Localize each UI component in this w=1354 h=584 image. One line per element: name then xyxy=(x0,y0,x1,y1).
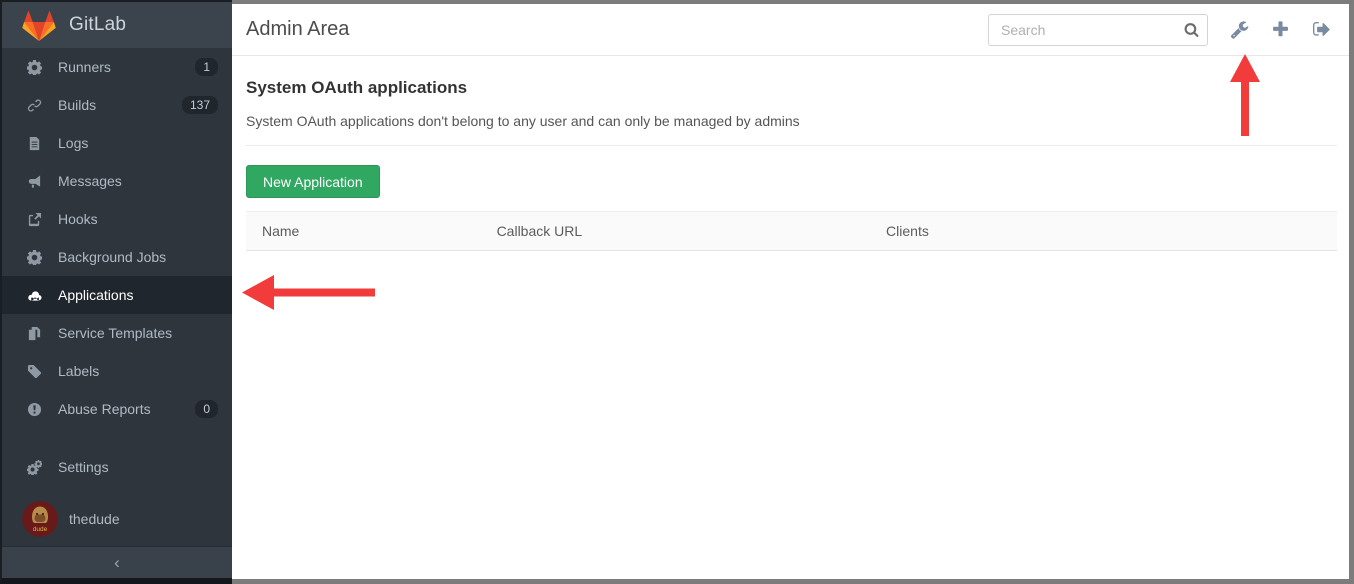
tag-icon xyxy=(26,363,42,379)
username: thedude xyxy=(69,511,120,527)
sign-out-icon[interactable] xyxy=(1312,20,1331,39)
column-header-name: Name xyxy=(246,212,481,251)
page-title: Admin Area xyxy=(246,18,988,41)
count-badge: 1 xyxy=(195,58,218,76)
sidebar-item-hooks[interactable]: Hooks xyxy=(2,200,232,238)
divider xyxy=(246,145,1337,146)
sidebar-item-label: Builds xyxy=(58,97,96,113)
top-bar: Admin Area xyxy=(232,4,1349,56)
main-area: Admin Area System OAuth applications Sys… xyxy=(232,0,1354,584)
count-badge: 0 xyxy=(195,400,218,418)
cog-icon xyxy=(26,249,42,265)
search-input[interactable] xyxy=(988,14,1208,46)
bullhorn-icon xyxy=(26,173,42,189)
sidebar-item-settings[interactable]: Settings xyxy=(2,448,232,486)
sidebar-item-builds[interactable]: Builds 137 xyxy=(2,86,232,124)
sidebar-item-label: Service Templates xyxy=(58,325,172,341)
app-window: GitLab Runners 1 Builds 137 Logs Message… xyxy=(0,0,1354,584)
section-description: System OAuth applications don't belong t… xyxy=(246,113,1337,129)
chevron-left-icon: ‹ xyxy=(114,553,120,573)
annotation-arrow-left xyxy=(242,274,376,311)
sidebar-item-label: Messages xyxy=(58,173,122,189)
sidebar-collapse-button[interactable]: ‹ xyxy=(2,546,232,578)
sidebar-item-background-jobs[interactable]: Background Jobs xyxy=(2,238,232,276)
sidebar-item-applications[interactable]: Applications xyxy=(2,276,232,314)
sidebar-item-user-profile[interactable]: dude thedude xyxy=(2,494,232,544)
cloud-icon xyxy=(26,287,42,303)
svg-text:dude: dude xyxy=(33,526,48,533)
sidebar-item-label: Runners xyxy=(58,59,111,75)
sidebar-item-label: Settings xyxy=(58,459,109,475)
column-header-callback-url: Callback URL xyxy=(481,212,870,251)
search-icon[interactable] xyxy=(1184,22,1199,37)
exclamation-circle-icon xyxy=(26,401,42,417)
sidebar-item-logs[interactable]: Logs xyxy=(2,124,232,162)
section-heading: System OAuth applications xyxy=(246,78,1337,98)
search-box xyxy=(988,14,1208,46)
sidebar-item-runners[interactable]: Runners 1 xyxy=(2,48,232,86)
sidebar-item-label: Labels xyxy=(58,363,99,379)
admin-wrench-icon[interactable] xyxy=(1230,20,1249,39)
sidebar-item-messages[interactable]: Messages xyxy=(2,162,232,200)
column-header-clients: Clients xyxy=(870,212,1337,251)
user-avatar: dude xyxy=(22,501,58,537)
sidebar-item-labels[interactable]: Labels xyxy=(2,352,232,390)
oauth-applications-table: Name Callback URL Clients xyxy=(246,211,1337,251)
new-application-button[interactable]: New Application xyxy=(246,165,380,198)
gitlab-tanuki-logo-icon xyxy=(22,10,56,41)
sidebar-item-label: Hooks xyxy=(58,211,98,227)
sidebar-header-home-link[interactable]: GitLab xyxy=(2,2,232,48)
new-project-plus-icon[interactable] xyxy=(1271,20,1290,39)
file-icon xyxy=(26,135,42,151)
sidebar-item-label: Background Jobs xyxy=(58,249,166,265)
sidebar-nav: Runners 1 Builds 137 Logs Messages Hooks… xyxy=(2,48,232,428)
sidebar: GitLab Runners 1 Builds 137 Logs Message… xyxy=(0,0,232,584)
sidebar-item-label: Applications xyxy=(58,287,134,303)
content: System OAuth applications System OAuth a… xyxy=(232,56,1349,251)
cog-icon xyxy=(26,59,42,75)
table-header-row: Name Callback URL Clients xyxy=(246,212,1337,251)
sidebar-bottom: Settings dude thedude xyxy=(2,448,232,544)
sidebar-item-label: Logs xyxy=(58,135,88,151)
logo-text: GitLab xyxy=(69,14,126,36)
count-badge: 137 xyxy=(182,96,218,114)
link-icon xyxy=(26,97,42,113)
sidebar-item-label: Abuse Reports xyxy=(58,401,151,417)
sidebar-item-service-templates[interactable]: Service Templates xyxy=(2,314,232,352)
external-link-icon xyxy=(26,211,42,227)
gears-icon xyxy=(26,459,42,475)
sidebar-item-abuse-reports[interactable]: Abuse Reports 0 xyxy=(2,390,232,428)
copy-icon xyxy=(26,325,42,341)
